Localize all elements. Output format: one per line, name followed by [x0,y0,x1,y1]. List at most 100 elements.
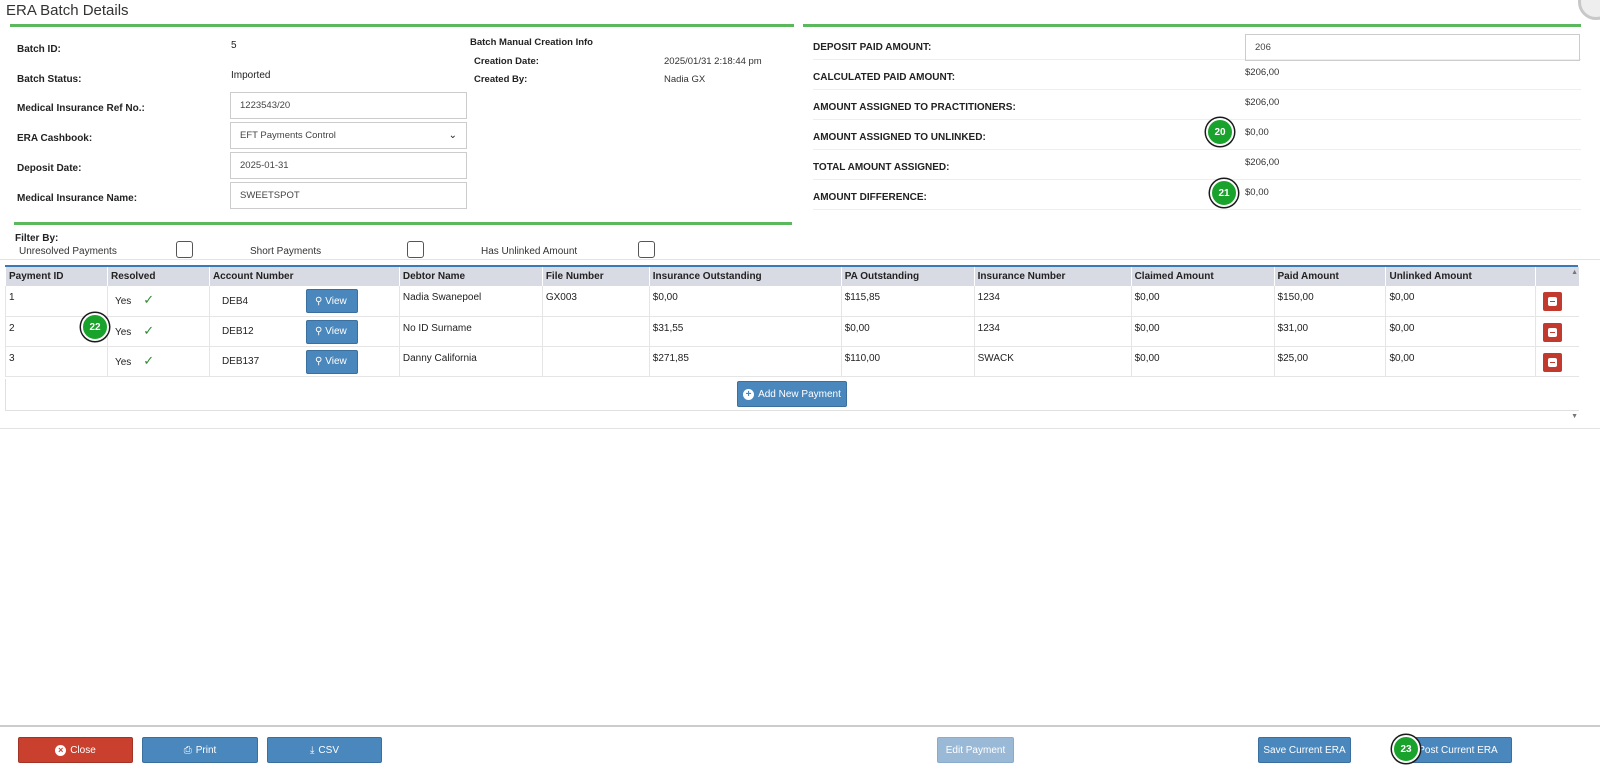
csv-button[interactable]: ⤓ CSV [267,737,382,763]
debtor-cell: No ID Surname [398,316,543,347]
assigned-practitioners-value: $206,00 [1245,97,1280,108]
table-row[interactable]: 2 Yes ✓ DEB12 ⚲ View No ID Surname $31,55 $… [5,316,1579,347]
col-unlinked-amount[interactable]: Unlinked Amount [1385,267,1536,286]
table-row[interactable]: 3 Yes ✓ DEB137 ⚲ View Danny California $271… [5,346,1579,377]
filter-unresolved-checkbox[interactable] [176,241,193,258]
checkmark-icon: ✓ [143,322,155,338]
save-era-button[interactable]: Save Current ERA [1258,737,1351,763]
download-icon: ⤓ [310,744,315,756]
corner-close-circle[interactable] [1578,0,1600,20]
claimed-cell: $0,00 [1130,346,1275,377]
scroll-up-arrow-icon[interactable]: ▲ [1571,269,1578,276]
cashbook-label: ERA Cashbook: [17,133,93,144]
calculated-paid-value: $206,00 [1245,67,1280,78]
remove-row-button[interactable] [1543,292,1563,311]
search-icon: ⚲ [314,356,323,367]
debtor-cell: Nadia Swanepoel [398,286,543,317]
table-header-row: Payment ID Resolved Account Number Debto… [5,267,1579,286]
col-pa-outstanding[interactable]: PA Outstanding [840,267,975,286]
col-insurance-outstanding[interactable]: Insurance Outstanding [648,267,842,286]
table-bottom-divider [0,428,1600,429]
batch-id-label: Batch ID: [17,44,61,55]
col-debtor-name[interactable]: Debtor Name [398,267,543,286]
claimed-cell: $0,00 [1130,286,1275,317]
view-button[interactable]: ⚲ View [305,319,358,344]
col-insurance-number[interactable]: Insurance Number [973,267,1132,286]
batch-info-panel: Batch ID: 5 Batch Status: Imported Medic… [10,24,794,218]
print-button[interactable]: ⎙ Print [142,737,258,763]
account-cell: DEB12 ⚲ View [208,316,400,347]
payment-id-cell: 3 [5,346,108,377]
col-resolved[interactable]: Resolved [106,267,210,286]
actions-cell [1535,346,1579,377]
view-button[interactable]: ⚲ View [305,349,358,374]
deposit-paid-input[interactable]: 206 [1245,34,1580,61]
deposit-date-input[interactable]: 2025-01-31 [230,152,467,179]
col-claimed-amount[interactable]: Claimed Amount [1130,267,1275,286]
created-by-value: Nadia GX [664,74,706,85]
pa-out-cell: $115,85 [840,286,975,317]
ins-out-cell: $31,55 [648,316,842,347]
payments-table-wrap: Payment ID Resolved Account Number Debto… [5,265,1579,429]
plus-circle-icon: + [743,388,755,400]
debtor-cell: Danny California [398,346,543,377]
account-number: DEB137 [221,356,260,367]
remove-row-button[interactable] [1543,322,1563,342]
actions-cell [1535,316,1579,347]
ref-no-input[interactable]: 1223543/20 [230,92,467,119]
step-badge-23: 23 [1392,735,1420,763]
col-file-number[interactable]: File Number [541,267,650,286]
table-row[interactable]: 1 Yes ✓ DEB4 ⚲ View Nadia Swanepoel GX003 $… [5,286,1579,317]
filter-unlinked-checkbox[interactable] [638,241,655,258]
col-account-number[interactable]: Account Number [208,267,400,286]
col-paid-amount[interactable]: Paid Amount [1273,267,1386,286]
add-payment-row: + Add New Payment [5,379,1579,411]
post-era-button[interactable]: Post Current ERA [1404,737,1512,763]
view-button[interactable]: ⚲ View [305,289,358,313]
unlinked-cell: $0,00 [1385,346,1536,377]
ref-no-row: Medical Insurance Ref No.: 1223543/20 [17,89,467,119]
amount-row: AMOUNT ASSIGNED TO PRACTITIONERS: $206,0… [813,90,1581,120]
actions-cell [1535,286,1579,317]
footer-bar: × Close ⎙ Print ⤓ CSV Edit Payment Save … [0,725,1600,771]
filter-header: Filter By: [15,233,59,244]
paid-cell: $150,00 [1273,286,1386,317]
edit-payment-button[interactable]: Edit Payment [937,737,1014,763]
paid-cell: $25,00 [1273,346,1386,377]
total-assigned-label: TOTAL AMOUNT ASSIGNED: [813,162,950,173]
amount-difference-value: $0,00 [1245,187,1269,198]
batch-status-row: Batch Status: Imported [17,60,467,90]
ins-num-cell: SWACK [973,346,1132,377]
edit-payment-label: Edit Payment [945,744,1006,756]
col-payment-id[interactable]: Payment ID [5,267,108,286]
resolved-text: Yes [114,356,132,368]
close-circle-icon: × [55,744,67,756]
amount-row: AMOUNT ASSIGNED TO UNLINKED: $0,00 [813,120,1581,150]
page-title: ERA Batch Details [6,2,129,19]
remove-row-button[interactable] [1543,352,1563,372]
file-cell: GX003 [541,286,650,317]
section-divider [0,259,1600,260]
cashbook-select[interactable]: EFT Payments Control ⌄ [230,122,467,149]
minus-icon [1548,327,1558,337]
add-new-payment-button[interactable]: + Add New Payment [737,381,847,407]
minus-icon [1548,297,1558,306]
cashbook-row: ERA Cashbook: EFT Payments Control ⌄ [17,119,467,149]
creation-date-value: 2025/01/31 2:18:44 pm [664,56,762,67]
amount-row: TOTAL AMOUNT ASSIGNED: $206,00 [813,150,1581,180]
insurance-name-input[interactable]: SWEETSPOT [230,182,467,209]
filter-short-checkbox[interactable] [407,241,424,258]
csv-label: CSV [318,744,339,756]
close-button[interactable]: × Close [18,737,133,763]
payments-table: Payment ID Resolved Account Number Debto… [5,267,1579,377]
step-badge-21: 21 [1210,179,1238,207]
insurance-name-label: Medical Insurance Name: [17,193,138,204]
file-cell [541,346,650,377]
scroll-down-arrow-icon[interactable]: ▼ [1571,413,1578,420]
claimed-cell: $0,00 [1130,316,1275,347]
save-era-label: Save Current ERA [1263,744,1346,756]
creation-date-label: Creation Date: [474,56,539,67]
calculated-paid-label: CALCULATED PAID AMOUNT: [813,72,956,83]
account-cell: DEB137 ⚲ View [208,346,400,377]
amounts-panel: DEPOSIT PAID AMOUNT: 206 CALCULATED PAID… [803,24,1581,214]
